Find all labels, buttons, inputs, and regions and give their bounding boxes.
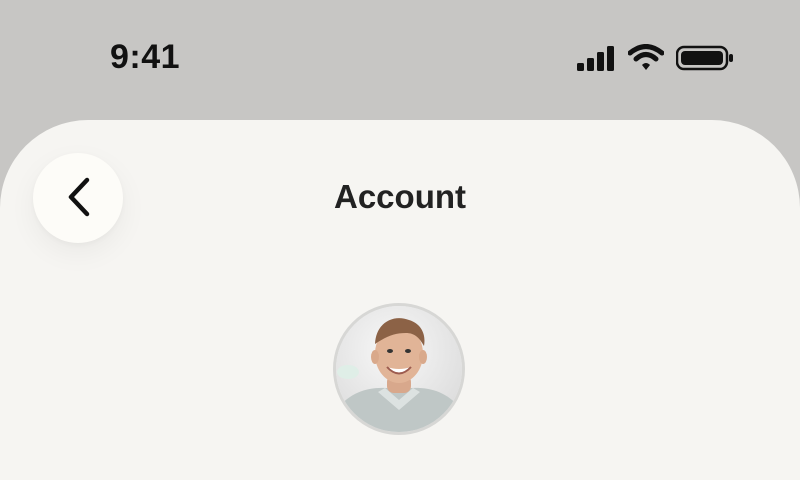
status-icons: [576, 44, 734, 77]
signal-icon: [576, 44, 616, 77]
wifi-icon: [627, 44, 665, 77]
status-time: 9:41: [110, 38, 181, 76]
avatar[interactable]: [333, 303, 465, 435]
page-title: Account: [334, 178, 466, 215]
battery-icon: [675, 44, 734, 77]
status-bar: 9:41: [0, 0, 800, 120]
